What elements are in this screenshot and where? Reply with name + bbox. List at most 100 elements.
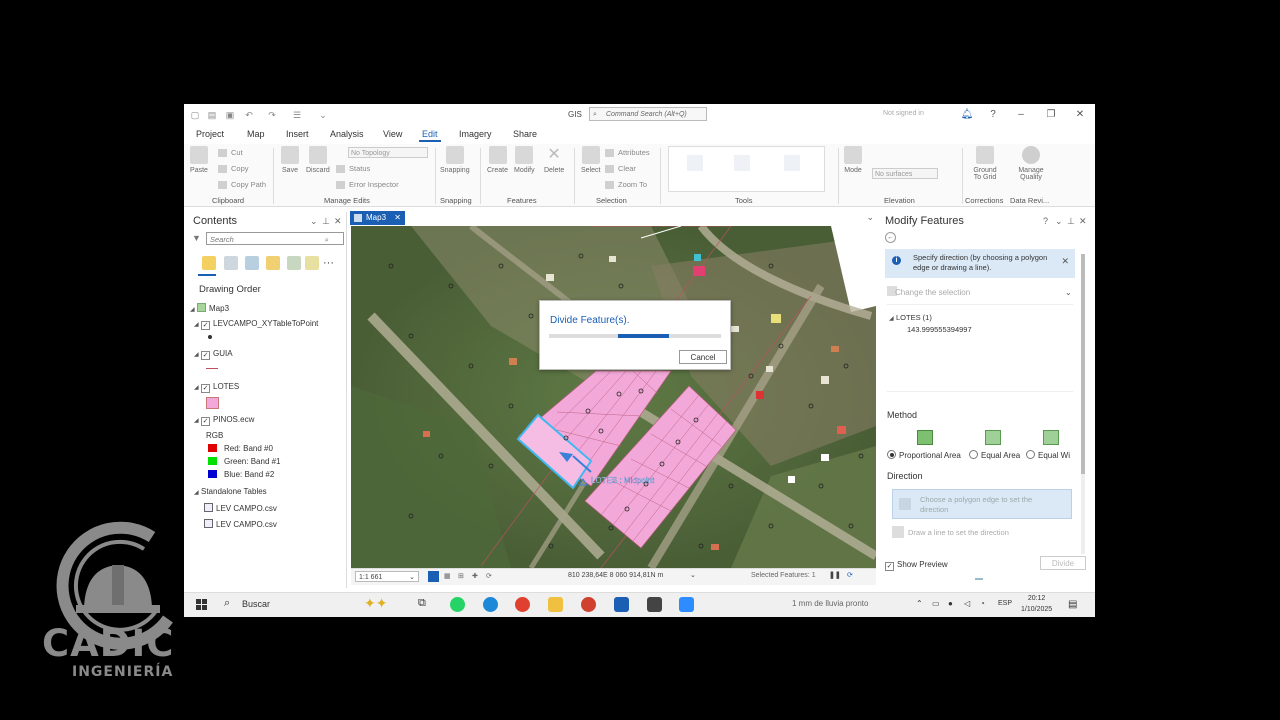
close-icon[interactable]: ✕: [334, 216, 342, 227]
tab-imagery[interactable]: Imagery: [459, 129, 492, 139]
expand-icon[interactable]: ◢: [194, 351, 201, 358]
notification-icon[interactable]: 🔔︎: [960, 108, 974, 122]
language-indicator[interactable]: ESP: [998, 600, 1012, 607]
equal-width-radio[interactable]: Equal Wi: [1026, 450, 1070, 460]
status-button[interactable]: Status: [336, 164, 370, 174]
chrome-profile-icon[interactable]: [581, 597, 596, 612]
tab-analysis[interactable]: Analysis: [330, 129, 364, 139]
tools-icon[interactable]: ⊞: [458, 572, 464, 580]
visibility-checkbox[interactable]: ✓: [201, 321, 210, 330]
list-by-labeling-icon[interactable]: [305, 256, 319, 270]
chevron-down-icon[interactable]: ⌄: [690, 571, 696, 579]
expand-icon[interactable]: ◢: [889, 315, 896, 322]
toc-map[interactable]: ◢ Map3: [190, 303, 229, 313]
restore-icon[interactable]: ❐: [1044, 108, 1058, 122]
copy-button[interactable]: Copy: [218, 164, 249, 174]
list-item[interactable]: 143.999555394997: [907, 325, 972, 334]
chevron-down-icon[interactable]: ⌄: [866, 212, 874, 223]
microphone-icon[interactable]: ●: [948, 599, 953, 608]
show-preview-checkbox[interactable]: ✓ Show Preview: [885, 560, 948, 571]
tab-map[interactable]: Map: [247, 129, 265, 139]
taskbar-search[interactable]: Buscar: [242, 599, 270, 609]
cancel-button[interactable]: Cancel: [679, 350, 727, 364]
mode-button[interactable]: Mode: [844, 146, 862, 174]
more-icon[interactable]: ···: [323, 257, 334, 269]
snapping-button[interactable]: Snapping: [440, 146, 470, 174]
pause-icon[interactable]: ❚❚: [829, 571, 841, 579]
refresh-icon[interactable]: ⟳: [847, 571, 853, 579]
file-explorer-icon[interactable]: [548, 597, 563, 612]
map-tab[interactable]: Map3 ✕: [350, 211, 405, 225]
close-icon[interactable]: ✕: [1079, 216, 1087, 227]
task-view-icon[interactable]: ⧉: [418, 597, 426, 610]
edge-icon[interactable]: [483, 597, 498, 612]
select-button[interactable]: Select: [581, 146, 600, 174]
back-arrow-icon[interactable]: ←: [885, 232, 896, 243]
chevron-down-icon[interactable]: ⌄: [310, 216, 318, 227]
scrollbar[interactable]: [1081, 254, 1085, 554]
help-icon[interactable]: ?: [986, 108, 1000, 122]
app-icon[interactable]: [647, 597, 662, 612]
tab-edit[interactable]: Edit: [419, 129, 440, 142]
minimize-icon[interactable]: –: [1014, 108, 1028, 122]
scrollbar-thumb[interactable]: [1081, 254, 1085, 474]
radio-button[interactable]: [887, 450, 896, 459]
close-icon[interactable]: ✕: [1073, 108, 1087, 122]
checkbox[interactable]: ✓: [885, 562, 894, 571]
weather-widget[interactable]: 1 mm de lluvia pronto: [792, 599, 868, 608]
expand-icon[interactable]: ◢: [190, 306, 197, 313]
expand-icon[interactable]: ◢: [194, 384, 201, 391]
choose-polygon-edge-button[interactable]: Choose a polygon edge to set the directi…: [892, 489, 1072, 519]
filter-icon[interactable]: ▼: [192, 233, 201, 243]
attributes-button[interactable]: Attributes: [605, 148, 650, 158]
divide-button[interactable]: Divide: [1040, 556, 1086, 570]
list-by-editing-icon[interactable]: [266, 256, 280, 270]
pin-icon[interactable]: ⊥: [1067, 216, 1075, 227]
contents-search-input[interactable]: Search ⌕: [206, 232, 344, 245]
list-by-source-icon[interactable]: [224, 256, 238, 270]
pin-icon[interactable]: ⊥: [322, 216, 330, 227]
scale-dropdown[interactable]: 1:1 661 ⌄: [355, 571, 419, 582]
list-by-snapping-icon[interactable]: [287, 256, 301, 270]
modify-button[interactable]: Modify: [514, 146, 535, 174]
zoom-icon[interactable]: [679, 597, 694, 612]
notification-center-icon[interactable]: ▤: [1068, 599, 1077, 610]
copilot-sparkle-icon[interactable]: ✦✦: [364, 595, 387, 612]
redo-icon[interactable]: ↷: [267, 110, 277, 120]
toc-standalone-tables[interactable]: ◢ Standalone Tables: [194, 487, 267, 496]
paste-button[interactable]: Paste: [190, 146, 208, 174]
discard-button[interactable]: Discard: [306, 146, 330, 174]
tab-share[interactable]: Share: [513, 129, 537, 139]
delete-button[interactable]: ✕ Delete: [544, 146, 564, 174]
new-project-icon[interactable]: ▢: [190, 110, 200, 120]
proportional-area-radio[interactable]: Proportional Area: [887, 450, 961, 460]
equal-area-radio[interactable]: Equal Area: [969, 450, 1020, 460]
toc-layer-lev[interactable]: ◢ ✓ LEVCAMPO_XYTableToPoint: [194, 319, 318, 330]
toc-layer-lotes[interactable]: ◢ ✓ LOTES: [194, 382, 239, 393]
close-icon[interactable]: ✕: [1061, 256, 1069, 267]
snap-icon[interactable]: ✚: [472, 572, 478, 580]
manage-quality-button[interactable]: Manage Quality: [1014, 146, 1048, 181]
battery-icon[interactable]: ▭: [932, 599, 940, 608]
tab-project[interactable]: Project: [196, 129, 224, 139]
grid-icon[interactable]: ▦: [444, 572, 451, 580]
chevron-down-icon[interactable]: ⌄: [1065, 288, 1072, 297]
list-by-drawing-order-icon[interactable]: [202, 256, 216, 270]
save-project-icon[interactable]: ▣: [225, 110, 235, 120]
quick-access-icon[interactable]: ☰: [292, 110, 302, 120]
toc-layer-pinos[interactable]: ◢ ✓ PINOS.ecw: [194, 415, 254, 426]
volume-icon[interactable]: ◁: [964, 599, 970, 608]
radio-button[interactable]: [969, 450, 978, 459]
resize-handle[interactable]: [975, 578, 983, 580]
selected-features-count[interactable]: Selected Features: 1: [751, 572, 816, 579]
refresh-view-icon[interactable]: ⟳: [486, 572, 492, 580]
whatsapp-icon[interactable]: [450, 597, 465, 612]
chrome-icon[interactable]: [515, 597, 530, 612]
visibility-checkbox[interactable]: ✓: [201, 384, 210, 393]
radio-button[interactable]: [1026, 450, 1035, 459]
command-search[interactable]: ⌕ Command Search (Alt+Q): [589, 107, 707, 121]
toc-table-1[interactable]: LEV CAMPO.csv: [204, 503, 277, 513]
tools-gallery[interactable]: [668, 146, 825, 192]
chevron-up-icon[interactable]: ⌃: [916, 599, 923, 608]
change-selection-link[interactable]: Change the selection: [895, 288, 970, 297]
